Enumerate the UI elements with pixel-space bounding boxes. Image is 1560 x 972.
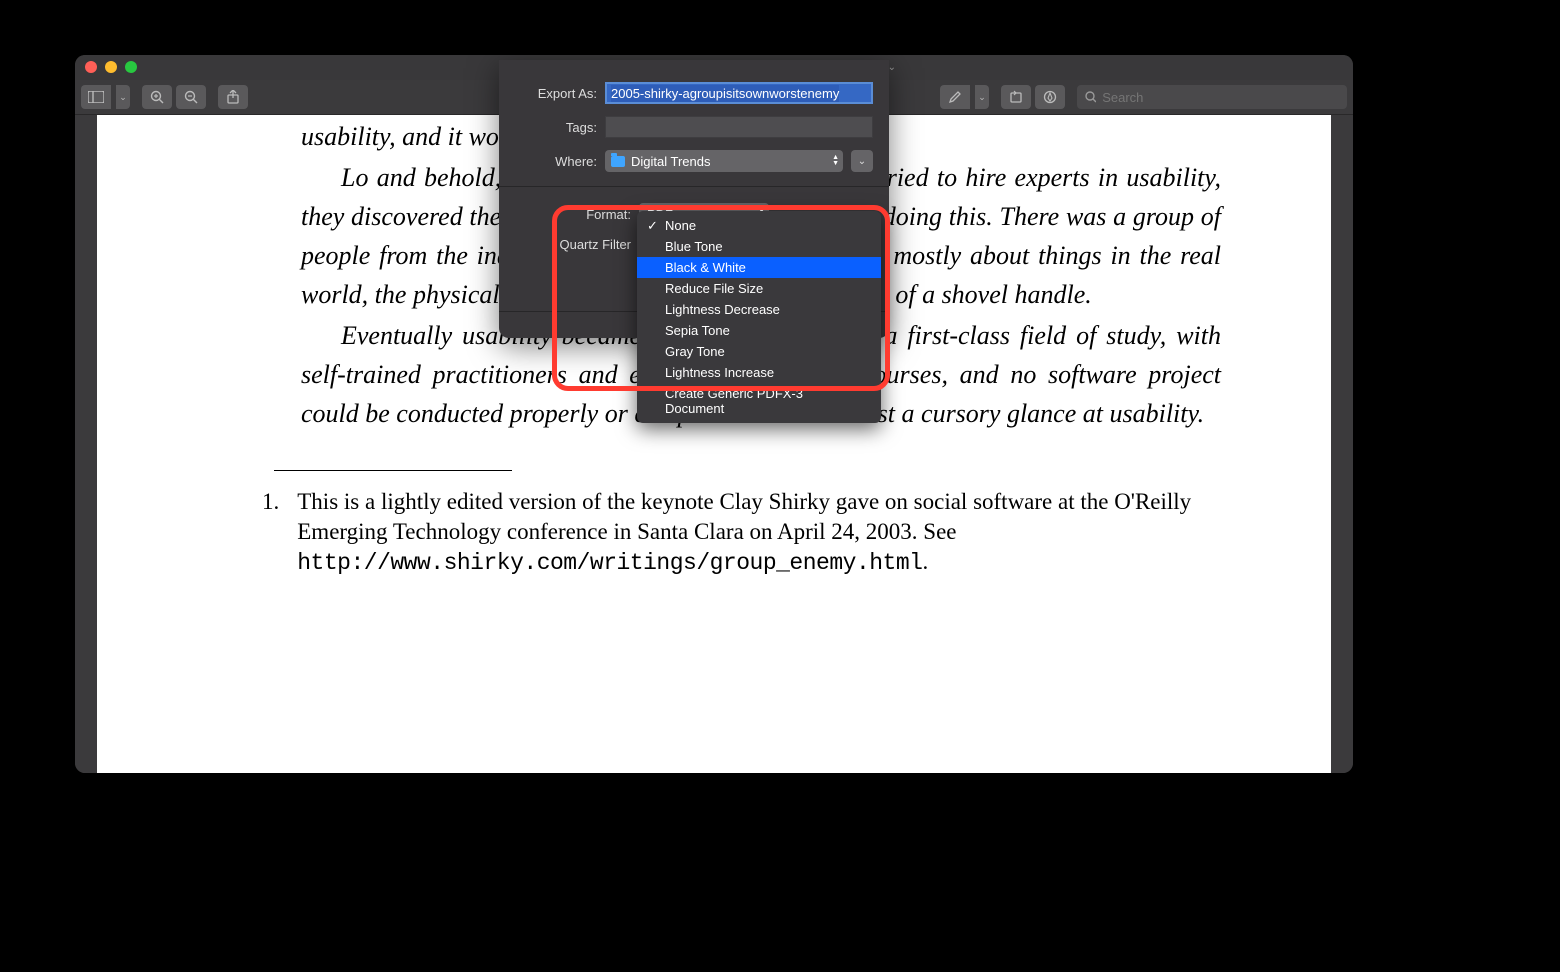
quartz-filter-label: Quartz Filter — [515, 237, 631, 252]
rotate-button[interactable] — [1001, 85, 1031, 109]
footnote-url: http://www.shirky.com/writings/group_ene… — [297, 550, 922, 576]
quartz-filter-option[interactable]: Lightness Increase — [637, 362, 881, 383]
tags-label: Tags: — [515, 120, 597, 135]
traffic-lights — [85, 61, 137, 73]
updown-icon: ▲▼ — [832, 155, 839, 167]
expand-where-button[interactable]: ⌄ — [851, 150, 873, 172]
export-as-input[interactable]: 2005-shirky-agroupisitsownworstenemy — [605, 82, 873, 104]
where-select[interactable]: Digital Trends ▲▼ — [605, 150, 843, 172]
pencil-icon — [948, 90, 962, 104]
pen-tip-icon — [1043, 90, 1057, 104]
where-row: Where: Digital Trends ▲▼ ⌄ — [499, 142, 889, 176]
quartz-filter-option[interactable]: Lightness Decrease — [637, 299, 881, 320]
share-icon — [227, 90, 239, 104]
minimize-button[interactable] — [105, 61, 117, 73]
footnote-body: This is a lightly edited version of the … — [297, 487, 1193, 578]
quartz-filter-option[interactable]: Sepia Tone — [637, 320, 881, 341]
quartz-filter-option[interactable]: Blue Tone — [637, 236, 881, 257]
markup-button[interactable] — [940, 85, 970, 109]
where-value: Digital Trends — [631, 154, 710, 169]
footnote: 1. This is a lightly edited version of t… — [262, 487, 1193, 578]
zoom-out-icon — [184, 90, 198, 104]
export-as-row: Export As: 2005-shirky-agroupisitsownwor… — [499, 60, 889, 108]
chevron-down-icon: ⌄ — [978, 92, 986, 103]
quartz-filter-dropdown: NoneBlue ToneBlack & WhiteReduce File Si… — [637, 211, 881, 423]
sidebar-icon — [88, 91, 104, 103]
search-input[interactable] — [1102, 90, 1339, 105]
rotate-icon — [1009, 90, 1023, 104]
quartz-filter-option[interactable]: Gray Tone — [637, 341, 881, 362]
zoom-in-icon — [150, 90, 164, 104]
where-label: Where: — [515, 154, 597, 169]
footnote-number: 1. — [262, 487, 279, 578]
format-label: Format: — [515, 207, 631, 222]
footnote-text: This is a lightly edited version of the … — [297, 489, 1191, 544]
search-field[interactable] — [1077, 85, 1347, 109]
markup-menu-button[interactable]: ⌄ — [975, 85, 989, 109]
quartz-filter-option[interactable]: Create Generic PDFX-3 Document — [637, 383, 881, 419]
footnote-end: . — [922, 549, 928, 574]
quartz-filter-option[interactable]: Black & White — [637, 257, 881, 278]
zoom-button[interactable] — [125, 61, 137, 73]
chevron-down-icon: ⌄ — [119, 92, 127, 103]
close-button[interactable] — [85, 61, 97, 73]
tags-input[interactable] — [605, 116, 873, 138]
zoom-out-button[interactable] — [176, 85, 206, 109]
tags-row: Tags: — [499, 108, 889, 142]
export-as-label: Export As: — [515, 86, 597, 101]
zoom-in-button[interactable] — [142, 85, 172, 109]
share-button[interactable] — [218, 85, 248, 109]
divider — [499, 186, 889, 187]
folder-icon — [611, 156, 625, 167]
quartz-filter-option[interactable]: None — [637, 215, 881, 236]
export-as-value: 2005-shirky-agroupisitsownworstenemy — [611, 85, 839, 102]
sidebar-toggle-button[interactable] — [81, 85, 111, 109]
sidebar-menu-button[interactable]: ⌄ — [116, 85, 130, 109]
chevron-down-icon: ⌄ — [858, 156, 866, 167]
quartz-filter-option[interactable]: Reduce File Size — [637, 278, 881, 299]
footnote-rule — [274, 470, 512, 471]
markup-toolbar-button[interactable] — [1035, 85, 1065, 109]
search-icon — [1085, 91, 1096, 103]
